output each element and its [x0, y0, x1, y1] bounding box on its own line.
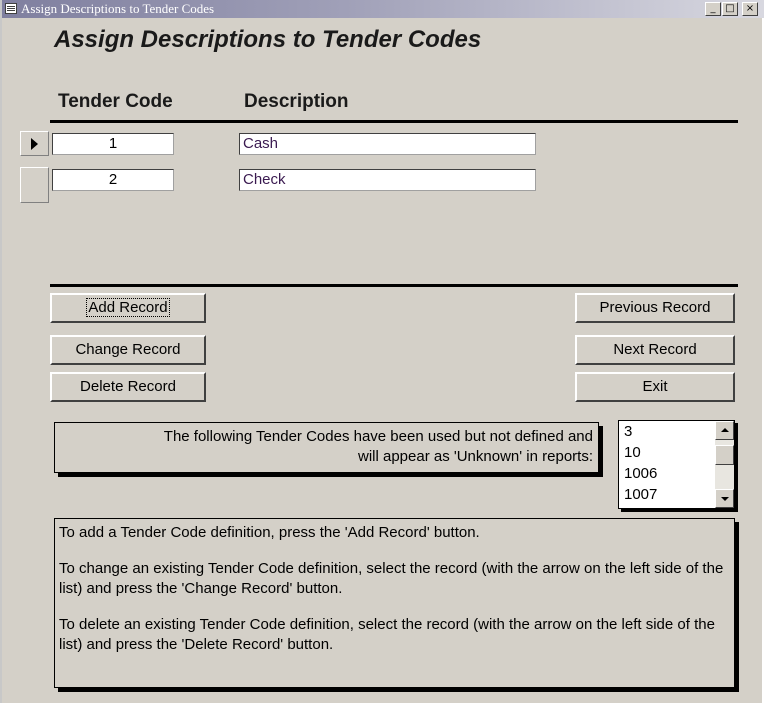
scroll-up-button[interactable]: [715, 421, 734, 440]
delete-record-button[interactable]: Delete Record: [50, 372, 206, 402]
form-window: Assign Descriptions to Tender Codes _ □ …: [0, 0, 764, 703]
footer-divider: [50, 284, 738, 287]
add-record-button[interactable]: Add Record: [50, 293, 206, 323]
maximize-button[interactable]: □: [722, 2, 738, 16]
notice-line-1: The following Tender Codes have been use…: [163, 428, 593, 445]
form-icon[interactable]: [5, 3, 17, 14]
exit-button[interactable]: Exit: [575, 372, 735, 402]
minimize-button[interactable]: _: [705, 2, 721, 16]
list-item[interactable]: 3: [624, 422, 632, 441]
column-header-description: Description: [244, 91, 349, 112]
arrow-up-icon: [721, 428, 729, 432]
instruction-change: To change an existing Tender Code defini…: [59, 560, 724, 597]
arrow-down-icon: [721, 497, 729, 501]
list-scrollbar[interactable]: [715, 421, 734, 508]
tender-code-field[interactable]: 1: [52, 133, 174, 155]
add-record-label: Add Record: [86, 298, 170, 317]
window-title: Assign Descriptions to Tender Codes: [21, 1, 215, 16]
scroll-down-button[interactable]: [715, 489, 734, 508]
notice-line-2: will appear as 'Unknown' in reports:: [357, 448, 593, 465]
record-selector[interactable]: [20, 131, 49, 156]
list-item[interactable]: 1006: [624, 464, 657, 483]
list-item[interactable]: 10: [624, 443, 641, 462]
scroll-thumb[interactable]: [715, 445, 734, 465]
tender-code-field[interactable]: 2: [52, 169, 174, 191]
column-header-tender-code: Tender Code: [58, 91, 173, 112]
list-item[interactable]: 1007: [624, 485, 657, 504]
instruction-delete: To delete an existing Tender Code defini…: [59, 616, 715, 653]
instructions-box: To add a Tender Code definition, press t…: [54, 518, 735, 688]
undefined-codes-notice: The following Tender Codes have been use…: [54, 422, 599, 473]
record-selector[interactable]: [20, 167, 49, 203]
triangle-right-icon: [31, 138, 38, 150]
next-record-button[interactable]: Next Record: [575, 335, 735, 365]
undefined-codes-list[interactable]: 3 10 1006 1007: [618, 420, 735, 509]
previous-record-button[interactable]: Previous Record: [575, 293, 735, 323]
title-bar[interactable]: Assign Descriptions to Tender Codes _ □ …: [2, 0, 764, 18]
description-field[interactable]: Cash: [239, 133, 536, 155]
close-button[interactable]: ×: [742, 2, 758, 16]
form-heading: Assign Descriptions to Tender Codes: [54, 26, 482, 53]
instruction-add: To add a Tender Code definition, press t…: [59, 524, 480, 541]
description-field[interactable]: Check: [239, 169, 536, 191]
change-record-button[interactable]: Change Record: [50, 335, 206, 365]
header-divider: [50, 120, 738, 123]
